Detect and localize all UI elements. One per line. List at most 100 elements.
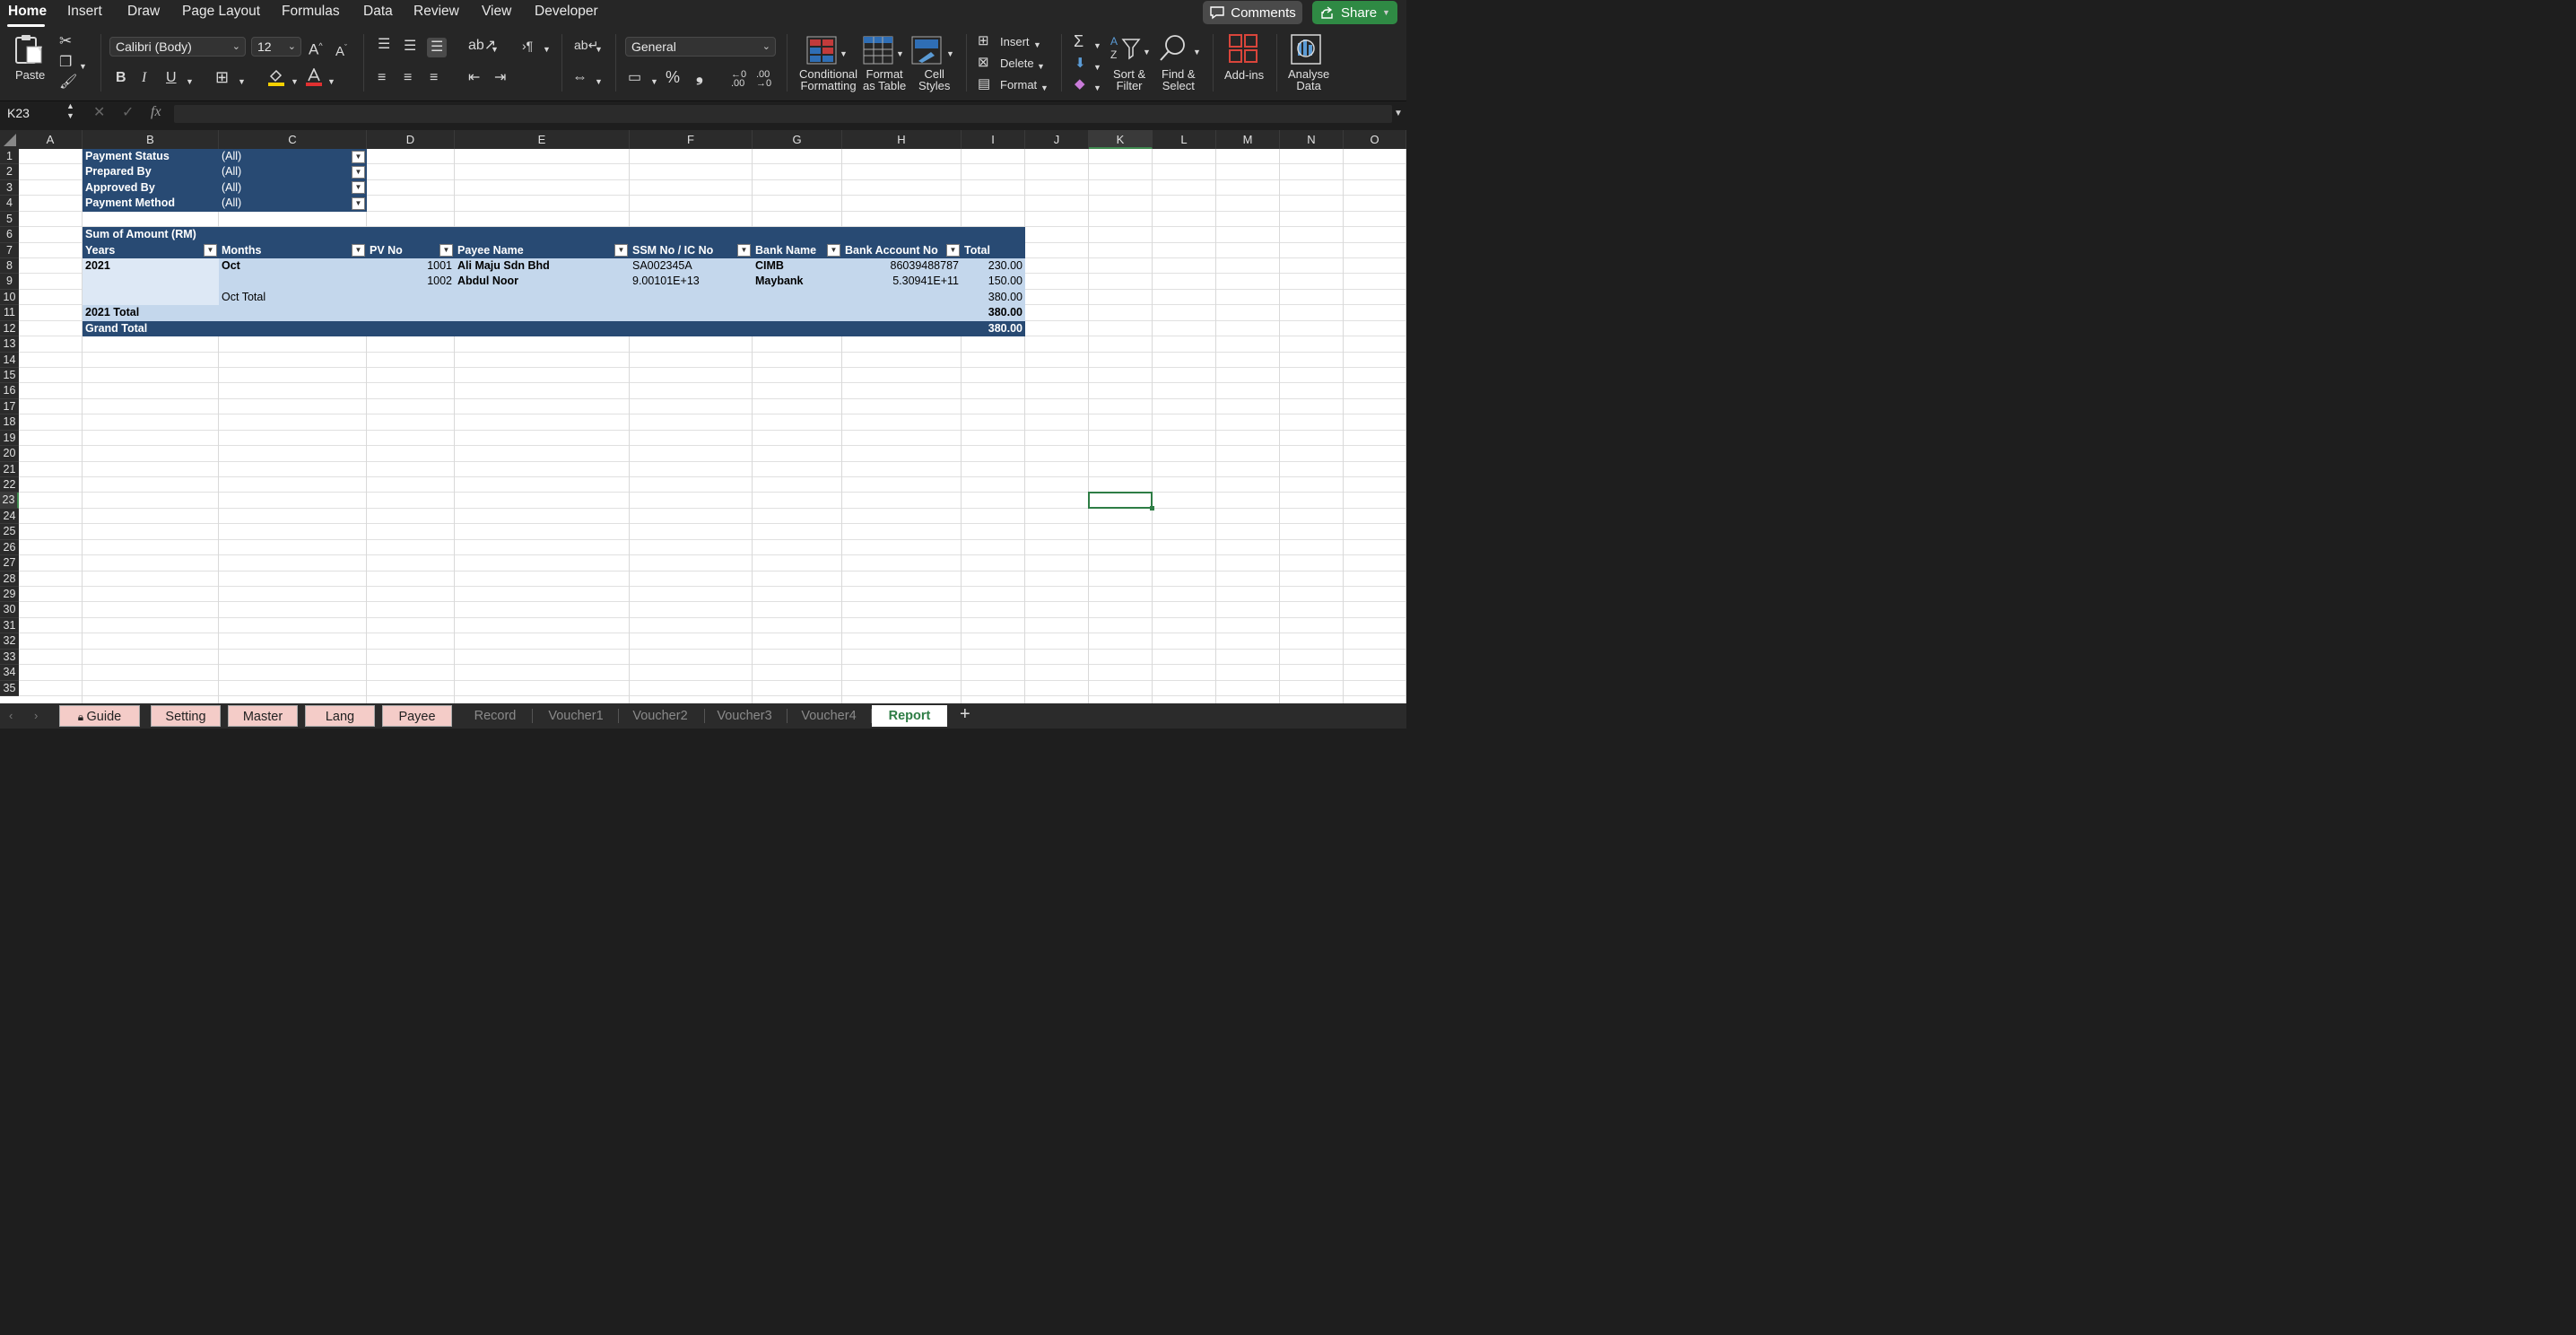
row-header-27[interactable]: 27 [0, 555, 19, 572]
year-total-value[interactable]: 380.00 [962, 305, 1025, 321]
filter-value[interactable]: (All) [219, 149, 367, 165]
decrease-font-icon[interactable]: Aˇ [335, 40, 347, 59]
chevron-down-icon[interactable]: ▼ [327, 74, 335, 89]
column-header-c[interactable]: C [219, 130, 367, 149]
filter-label[interactable]: Payment Status [83, 149, 219, 165]
row-header-32[interactable]: 32 [0, 633, 19, 650]
accounting-format-icon[interactable]: ▭ [628, 71, 641, 85]
italic-button[interactable]: I [142, 71, 146, 85]
ssm-cell[interactable]: 9.00101E+13 [630, 274, 753, 290]
row-header-3[interactable]: 3 [0, 179, 19, 196]
active-cell[interactable] [1088, 492, 1153, 509]
enter-check-icon[interactable]: ✓ [122, 106, 134, 120]
cut-icon[interactable]: ✂ [59, 33, 72, 48]
cell-styles-button[interactable]: ▼ Cell Styles [909, 34, 956, 97]
column-header-h[interactable]: H [842, 130, 962, 149]
tab-insert[interactable]: Insert [67, 4, 102, 20]
decrease-decimal-icon[interactable]: .00 →0 [756, 70, 771, 89]
filter-value[interactable]: (All) [219, 164, 367, 180]
chevron-down-icon[interactable]: ▼ [543, 42, 551, 57]
comma-style-button[interactable]: ❟ [696, 66, 703, 84]
total-cell[interactable]: 150.00 [962, 274, 1025, 290]
clear-icon[interactable]: ◆ [1075, 77, 1085, 92]
payee-name-cell[interactable]: Abdul Noor [455, 274, 630, 290]
chevron-down-icon[interactable]: ▼ [36, 41, 44, 56]
row-header-23[interactable]: 23 [0, 493, 19, 509]
header-filter-icon[interactable]: ▼ [204, 244, 217, 257]
formula-input[interactable] [174, 105, 1392, 123]
column-header-m[interactable]: M [1216, 130, 1280, 149]
increase-indent-icon[interactable]: ⇥ [494, 71, 506, 85]
select-all-corner[interactable] [0, 130, 19, 149]
sheet-tab-guide[interactable]: 🔒︎ Guide [59, 705, 140, 727]
fill-icon[interactable]: ⬇ [1075, 57, 1086, 71]
bank-account-cell[interactable]: 5.30941E+11 [842, 274, 962, 290]
filter-dropdown-icon[interactable]: ▼ [352, 181, 365, 195]
pv-no-cell[interactable]: 1001 [367, 258, 455, 275]
month-total-value[interactable]: 380.00 [962, 289, 1025, 306]
column-header-g[interactable]: G [753, 130, 842, 149]
tab-draw[interactable]: Draw [127, 4, 160, 20]
sheet-tab-master[interactable]: Master [228, 705, 298, 727]
row-header-35[interactable]: 35 [0, 680, 19, 696]
chevron-left-icon[interactable]: ‹ [9, 709, 13, 723]
bank-name-cell[interactable]: CIMB [753, 258, 842, 275]
bold-button[interactable]: B [116, 71, 126, 85]
align-bottom-icon[interactable]: ☰ [427, 38, 448, 57]
chevron-down-icon[interactable]: ▼ [595, 42, 603, 57]
row-header-16[interactable]: 16 [0, 383, 19, 399]
header-filter-icon[interactable]: ▼ [352, 244, 365, 257]
row-header-28[interactable]: 28 [0, 571, 19, 587]
row-header-21[interactable]: 21 [0, 461, 19, 477]
bank-account-cell[interactable]: 86039488787 [842, 258, 962, 275]
sheet-tab-voucher4[interactable]: Voucher4 [789, 705, 868, 727]
row-header-30[interactable]: 30 [0, 602, 19, 618]
row-header-31[interactable]: 31 [0, 617, 19, 634]
row-header-15[interactable]: 15 [0, 368, 19, 384]
add-sheet-icon[interactable]: + [960, 705, 970, 723]
copy-icon[interactable]: ❐ [59, 56, 72, 70]
chevron-down-icon[interactable]: ▼ [291, 74, 299, 89]
tab-developer[interactable]: Developer [535, 4, 598, 20]
pivot-header[interactable]: Payee Name [455, 242, 630, 258]
pivot-header[interactable]: Total [962, 242, 1025, 258]
filter-value[interactable]: (All) [219, 196, 367, 212]
pivot-header[interactable]: Bank Account No [842, 242, 962, 258]
comments-button[interactable]: Comments [1203, 1, 1302, 24]
year-total-label[interactable]: 2021 Total [83, 305, 962, 321]
number-format-select[interactable]: General ⌄ [625, 37, 776, 57]
fill-handle[interactable] [1150, 505, 1154, 510]
row-header-24[interactable]: 24 [0, 508, 19, 525]
sheet-tab-voucher2[interactable]: Voucher2 [619, 705, 701, 727]
fill-color-button[interactable] [267, 68, 285, 86]
row-header-5[interactable]: 5 [0, 211, 19, 228]
add-ins-button[interactable]: Add-ins [1220, 34, 1268, 97]
tab-formulas[interactable]: Formulas [282, 4, 340, 20]
filter-label[interactable]: Approved By [83, 179, 219, 196]
chevron-down-icon[interactable]: ▼ [238, 74, 246, 89]
format-painter-icon[interactable]: 🖌 [59, 75, 77, 90]
format-cells-button[interactable]: ▤ Format ▼ [977, 76, 1049, 94]
filter-dropdown-icon[interactable]: ▼ [352, 150, 365, 163]
merge-center-icon[interactable]: ⇔ [572, 69, 587, 84]
sheet-tab-record[interactable]: Record [461, 705, 529, 727]
year-cell[interactable] [83, 289, 219, 306]
header-filter-icon[interactable]: ▼ [439, 244, 453, 257]
row-header-1[interactable]: 1 [0, 149, 19, 165]
column-header-b[interactable]: B [83, 130, 219, 149]
align-top-icon[interactable]: ☰ [378, 38, 390, 52]
row-header-12[interactable]: 12 [0, 320, 19, 337]
chevron-down-icon[interactable]: ▼ [491, 42, 499, 57]
sheet-tab-report[interactable]: Report [872, 705, 947, 727]
header-filter-icon[interactable]: ▼ [827, 244, 840, 257]
chevron-down-icon[interactable]: ▼ [595, 74, 603, 89]
tab-page-layout[interactable]: Page Layout [182, 4, 260, 20]
chevron-down-icon[interactable]: ▼ [1093, 60, 1101, 74]
column-header-a[interactable]: A [19, 130, 83, 149]
row-header-19[interactable]: 19 [0, 430, 19, 447]
filter-dropdown-icon[interactable]: ▼ [352, 196, 365, 210]
pivot-title[interactable]: Sum of Amount (RM) [83, 227, 1025, 243]
tab-review[interactable]: Review [413, 4, 459, 20]
bank-name-cell[interactable]: Maybank [753, 274, 842, 290]
chevron-down-icon[interactable]: ▼ [79, 59, 87, 74]
